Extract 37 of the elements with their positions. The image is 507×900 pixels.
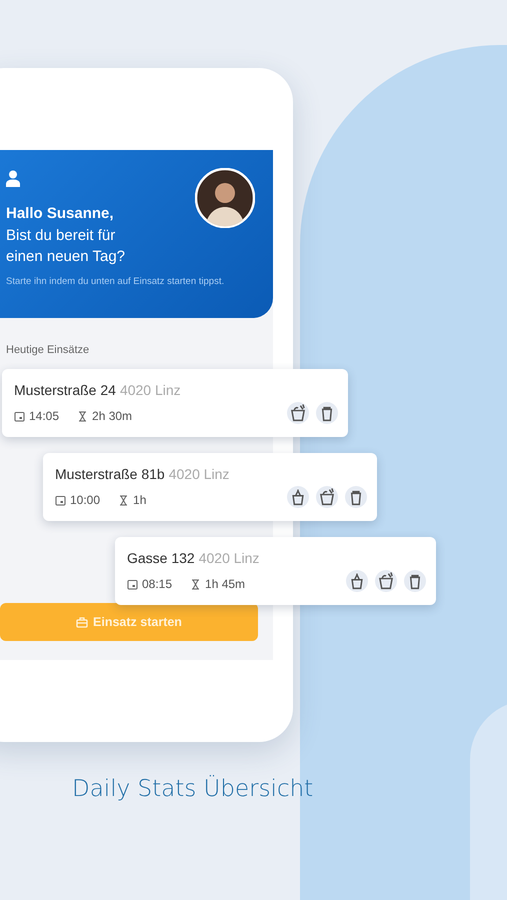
job-address: Gasse 132	[127, 550, 195, 566]
hourglass-icon	[190, 578, 202, 590]
section-title: Heutige Einsätze	[5, 343, 90, 356]
calendar-icon	[55, 494, 66, 506]
bucket-icon	[375, 570, 397, 592]
job-duration: 1h 45m	[205, 577, 246, 591]
greeting-title: Hallo Susanne,	[6, 205, 115, 222]
basket-icon	[287, 486, 309, 508]
avatar	[195, 168, 255, 228]
calendar-icon	[127, 578, 138, 590]
basket-icon	[346, 570, 368, 592]
briefcase-icon	[76, 616, 88, 628]
hint-text: Starte ihn indem du unten auf Einsatz starten tippst.	[6, 276, 226, 287]
job-address: Musterstraße 81b	[55, 466, 165, 482]
user-icon[interactable]	[6, 170, 20, 187]
job-card[interactable]: Musterstraße 81b 4020 Linz 10:00 1h	[43, 453, 377, 521]
calendar-icon	[14, 410, 25, 422]
job-address: Musterstraße 24	[14, 382, 116, 398]
bin-icon	[404, 570, 426, 592]
job-city: 4020 Linz	[198, 550, 260, 566]
caption: Daily Stats Übersicht	[72, 776, 314, 802]
bin-icon	[345, 486, 367, 508]
job-card[interactable]: Musterstraße 24 4020 Linz 14:05 2h 30m	[2, 369, 348, 437]
bucket-icon	[287, 402, 309, 424]
hourglass-icon	[118, 494, 130, 506]
job-duration: 1h	[133, 493, 146, 507]
job-card[interactable]: Gasse 132 4020 Linz 08:15 1h 45m	[115, 537, 436, 605]
job-time: 14:05	[29, 409, 60, 423]
bin-icon	[316, 402, 338, 424]
job-city: 4020 Linz	[168, 466, 230, 482]
job-city: 4020 Linz	[120, 382, 181, 398]
hourglass-icon	[77, 410, 88, 422]
job-time: 10:00	[70, 493, 100, 507]
job-time: 08:15	[142, 577, 172, 591]
bucket-icon	[316, 486, 338, 508]
job-duration: 2h 30m	[92, 409, 132, 423]
greeting-question: Bist du bereit für einen neuen Tag?	[6, 226, 126, 267]
